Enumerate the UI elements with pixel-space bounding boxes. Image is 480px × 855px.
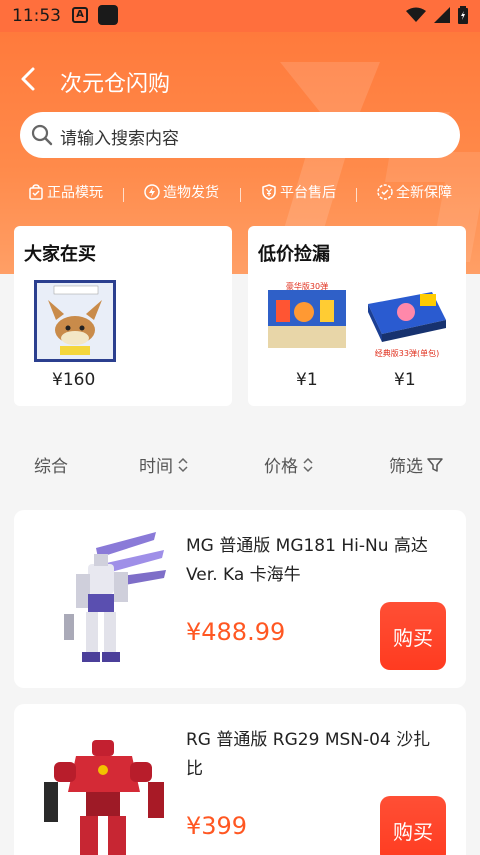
buy-button[interactable]: 购买	[380, 602, 446, 670]
plush-product-image[interactable]	[34, 280, 116, 362]
funnel-icon	[427, 457, 443, 472]
cell-signal-icon	[434, 7, 450, 23]
divider	[356, 188, 357, 202]
sort-updown-icon	[178, 457, 188, 472]
product-card[interactable]: RG 普通版 RG29 MSN-04 沙扎比 ¥399 购买	[14, 704, 466, 855]
status-right-icons	[406, 6, 468, 24]
search-bar[interactable]: 请输入搜索内容	[20, 112, 460, 158]
shield-yen-icon	[262, 184, 276, 200]
sort-price[interactable]: 价格	[264, 452, 314, 477]
battery-icon	[458, 6, 468, 24]
filter-label: 筛选	[389, 457, 423, 477]
filter-button[interactable]: 筛选	[389, 452, 443, 477]
product-price: ¥399	[186, 812, 248, 840]
wifi-icon	[406, 7, 426, 22]
sort-label: 时间	[139, 457, 173, 477]
card-popular[interactable]: 大家在买 ¥160	[14, 226, 232, 406]
status-bar: 11:53 A	[0, 0, 480, 32]
sort-label: 综合	[34, 457, 68, 477]
product-name: RG 普通版 RG29 MSN-04 沙扎比	[186, 730, 431, 779]
card-title: 大家在买	[24, 244, 96, 265]
card-pack-classic-image[interactable]: 经典版33弹(单包)	[362, 280, 452, 362]
search-input[interactable]: 请输入搜索内容	[60, 124, 179, 149]
sort-time[interactable]: 时间	[139, 452, 189, 477]
item-price: ¥160	[52, 370, 96, 390]
feature-label: 正品模玩	[47, 185, 103, 201]
filter-bar: 综合 时间 价格 筛选	[0, 452, 480, 482]
page-title: 次元仓闪购	[60, 72, 171, 97]
buy-button[interactable]: 购买	[380, 796, 446, 855]
sort-label: 价格	[264, 457, 298, 477]
item-price: ¥1	[394, 370, 416, 390]
divider	[240, 188, 241, 202]
feature-shipping: 造物发货	[144, 182, 219, 202]
search-icon	[31, 124, 53, 146]
feature-strip: 正品模玩 造物发货 平台售后 全新保障	[0, 182, 480, 210]
product-card[interactable]: MG 普通版 MG181 Hi-Nu 高达 Ver. Ka 卡海牛 ¥488.9…	[14, 510, 466, 688]
deal-img-text: 豪华版30弹	[286, 281, 328, 291]
notification-square-icon	[98, 5, 118, 25]
lightning-icon	[144, 184, 160, 200]
feature-aftersale: 平台售后	[261, 182, 336, 202]
item-price: ¥1	[296, 370, 318, 390]
card-title: 低价捡漏	[258, 244, 330, 265]
feature-guarantee: 全新保障	[377, 182, 452, 202]
bag-check-icon	[29, 184, 43, 200]
top-nav: 次元仓闪购	[0, 50, 480, 110]
sort-updown-icon	[303, 457, 313, 472]
notification-a-icon: A	[72, 7, 88, 23]
back-arrow-icon[interactable]	[14, 64, 44, 94]
feature-label: 造物发货	[163, 185, 219, 201]
feature-label: 平台售后	[280, 185, 336, 201]
badge-icon	[377, 184, 393, 200]
divider	[123, 188, 124, 202]
product-image-sazabi[interactable]	[36, 722, 176, 855]
feature-label: 全新保障	[396, 185, 452, 201]
sort-composite[interactable]: 综合	[34, 452, 68, 477]
status-time: 11:53	[12, 6, 61, 26]
product-price: ¥488.99	[186, 618, 286, 646]
product-name: MG 普通版 MG181 Hi-Nu 高达 Ver. Ka 卡海牛	[186, 536, 428, 585]
deal-img-text: 经典版33弹(单包)	[375, 348, 439, 358]
feature-genuine: 正品模玩	[28, 182, 103, 202]
card-deals[interactable]: 低价捡漏 豪华版30弹 经典版33弹(单包) ¥1 ¥1	[248, 226, 466, 406]
card-pack-box-image[interactable]: 豪华版30弹	[264, 280, 350, 362]
product-image-hinu[interactable]	[36, 528, 176, 678]
